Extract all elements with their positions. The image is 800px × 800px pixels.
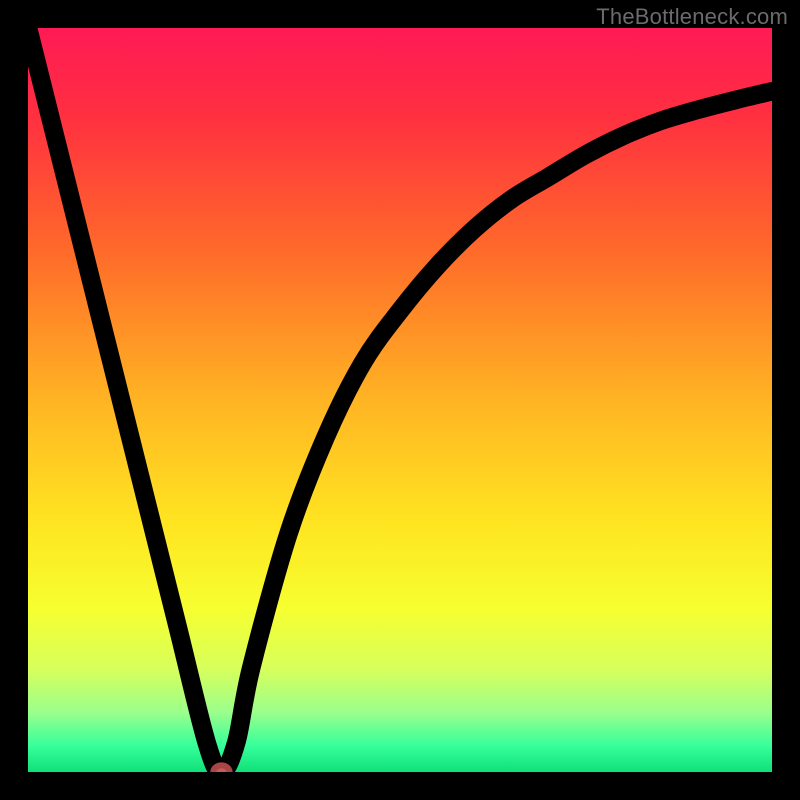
watermark-text: TheBottleneck.com	[596, 4, 788, 30]
minimum-marker	[213, 765, 229, 772]
chart-frame: TheBottleneck.com	[0, 0, 800, 800]
gradient-background	[28, 28, 772, 772]
chart-canvas	[28, 28, 772, 772]
